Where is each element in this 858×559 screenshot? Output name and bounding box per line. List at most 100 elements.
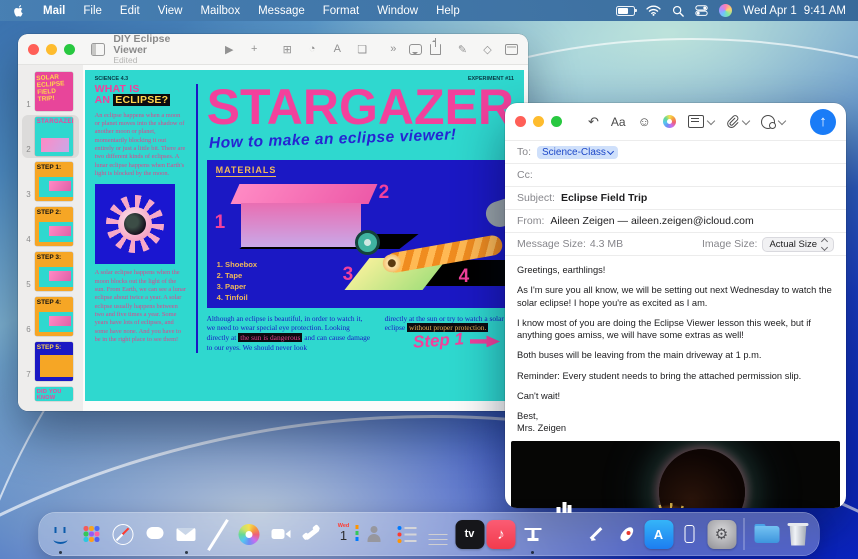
cc-field[interactable]: Cc: xyxy=(505,164,846,187)
control-center-icon[interactable] xyxy=(695,4,708,17)
slide-thumbnail-2[interactable]: 2 STARGAZER xyxy=(22,115,79,158)
menu-item-mail[interactable]: Mail xyxy=(34,5,74,17)
add-slide-button[interactable]: + xyxy=(247,43,262,55)
eclipse-sun-illustration xyxy=(95,184,175,264)
dock-reminders[interactable] xyxy=(392,520,421,549)
recipient-token[interactable]: Science-Class xyxy=(537,146,618,159)
apple-intelligence-icon[interactable] xyxy=(719,4,732,17)
shapes-icon[interactable]: ❏ xyxy=(355,43,370,56)
image-size-select[interactable]: Actual Size xyxy=(762,237,834,252)
menu-item-file[interactable]: File xyxy=(74,5,111,17)
dock-phone[interactable] xyxy=(298,520,327,549)
slide-paragraph-1: An eclipse happens when a moon or planet… xyxy=(95,112,187,179)
zoom-button[interactable] xyxy=(64,44,75,55)
menu-item-edit[interactable]: Edit xyxy=(111,5,149,17)
dock-trash[interactable] xyxy=(784,520,813,549)
dock-facetime[interactable] xyxy=(266,520,295,549)
minimize-button[interactable] xyxy=(533,116,544,127)
window-title: DIY Eclipse Viewer xyxy=(113,34,195,56)
message-meta-row: Message Size: 4.3 MB Image Size: Actual … xyxy=(505,233,846,256)
materials-box: MATERIALS 1 2 3 xyxy=(207,160,514,308)
photos-browser-icon[interactable] xyxy=(663,115,676,128)
menu-bar-date[interactable]: Wed Apr 1 xyxy=(743,5,797,17)
dock-messages[interactable] xyxy=(140,520,169,549)
dock-music[interactable]: ♪ xyxy=(487,520,516,549)
menu-item-help[interactable]: Help xyxy=(427,5,469,17)
zoom-button[interactable] xyxy=(551,116,562,127)
text-box-icon[interactable]: A xyxy=(330,43,345,55)
document-icon[interactable] xyxy=(505,44,518,55)
sidebar-toggle-icon[interactable] xyxy=(91,43,105,56)
menu-item-message[interactable]: Message xyxy=(249,5,314,17)
menu-item-view[interactable]: View xyxy=(149,5,192,17)
dock-tv[interactable]: tv xyxy=(455,520,484,549)
attach-file-icon[interactable] xyxy=(726,115,749,128)
share-icon[interactable] xyxy=(430,44,441,55)
animate-icon[interactable]: ◇ xyxy=(480,43,495,56)
undo-icon[interactable]: ↶ xyxy=(588,114,599,130)
send-button[interactable]: ↑ xyxy=(810,109,836,135)
slide-thumbnail-4[interactable]: 4 STEP 2: xyxy=(22,205,79,248)
close-button[interactable] xyxy=(515,116,526,127)
dock-mail[interactable] xyxy=(172,520,201,549)
wifi-icon[interactable] xyxy=(646,5,661,16)
dock-maps[interactable] xyxy=(203,520,232,549)
format-brush-icon[interactable]: ✎ xyxy=(455,43,470,56)
dock-calendar[interactable]: Wed1 xyxy=(329,520,358,549)
dock-safari[interactable] xyxy=(109,520,138,549)
slide-stargazer: SCIENCE 4.3 EXPERIMENT #11 WHAT IS AN EC… xyxy=(85,70,524,401)
dock: Wed1 tv ♪ A ⚙ xyxy=(39,512,820,556)
message-body[interactable]: Greetings, earthlings! As I'm sure you a… xyxy=(505,256,846,439)
apple-menu-icon[interactable] xyxy=(12,4,24,18)
table-icon[interactable]: ⊞ xyxy=(280,43,295,56)
dock-notes[interactable] xyxy=(424,520,453,549)
slide-thumbnail-3[interactable]: 3 STEP 1: xyxy=(22,160,79,203)
keynote-titlebar[interactable]: DIY Eclipse Viewer Edited ▶ + ⊞ ◔ A ❏ » … xyxy=(18,34,528,65)
dock-divider xyxy=(744,518,745,550)
slide-thumbnail-6[interactable]: 6 STEP 4: xyxy=(22,295,79,338)
play-button[interactable]: ▶ xyxy=(222,43,237,56)
dock-contacts[interactable] xyxy=(361,520,390,549)
emoji-picker-icon[interactable]: ☺ xyxy=(638,114,651,129)
materials-title: MATERIALS xyxy=(216,165,277,177)
slide-thumbnail-8[interactable]: DID YOU KNOW xyxy=(22,385,79,403)
dock-rocket[interactable] xyxy=(613,520,642,549)
dock-finder[interactable] xyxy=(46,520,75,549)
eclipse-moon xyxy=(659,449,745,508)
battery-icon[interactable] xyxy=(616,6,635,16)
dock-downloads-folder[interactable] xyxy=(752,520,781,549)
close-button[interactable] xyxy=(28,44,39,55)
slide-thumbnail-panel: 1 SOLAR ECLIPSE FIELD TRIP! 2 STARGAZER … xyxy=(18,65,83,411)
chart-icon[interactable]: ◔ xyxy=(305,43,320,55)
subject-field[interactable]: Subject: Eclipse Field Trip xyxy=(505,187,846,210)
menu-item-format[interactable]: Format xyxy=(314,5,368,17)
to-field[interactable]: To: Science-Class xyxy=(505,141,846,164)
dock-app-store[interactable]: A xyxy=(644,520,673,549)
slide-thumbnail-7[interactable]: 7 STEP 5: xyxy=(22,340,79,383)
menu-item-window[interactable]: Window xyxy=(368,5,427,17)
body-paragraph: Greetings, earthlings! xyxy=(517,264,834,276)
dock-system-settings[interactable]: ⚙ xyxy=(707,520,736,549)
more-toolbar-icon[interactable]: » xyxy=(386,43,401,55)
eclipse-photo-attachment[interactable] xyxy=(511,441,840,508)
markup-icon[interactable] xyxy=(761,115,785,129)
from-field[interactable]: From: Aileen Zeigen — aileen.zeigen@iclo… xyxy=(505,210,846,233)
dock-photos[interactable] xyxy=(235,520,264,549)
dock-iphone-mirroring[interactable] xyxy=(676,520,705,549)
body-paragraph: As I'm sure you all know, we will be set… xyxy=(517,284,834,309)
menu-item-mailbox[interactable]: Mailbox xyxy=(191,5,249,17)
mail-toolbar[interactable]: ↶ Aa ☺ ↑ xyxy=(505,103,846,141)
stationery-icon[interactable] xyxy=(688,115,714,128)
spotlight-search-icon[interactable] xyxy=(672,5,684,17)
dock-pages[interactable] xyxy=(581,520,610,549)
dock-apps[interactable] xyxy=(77,520,106,549)
slide-thumbnail-5[interactable]: 5 STEP 3: xyxy=(22,250,79,293)
menu-bar-time[interactable]: 9:41 AM xyxy=(804,5,846,17)
comment-icon[interactable] xyxy=(409,44,422,55)
minimize-button[interactable] xyxy=(46,44,57,55)
dock-numbers[interactable] xyxy=(550,520,579,549)
format-button[interactable]: Aa xyxy=(611,115,626,129)
dock-keynote[interactable] xyxy=(518,520,547,549)
slide-thumbnail-1[interactable]: 1 SOLAR ECLIPSE FIELD TRIP! xyxy=(22,70,79,113)
message-size-value: 4.3 MB xyxy=(590,238,623,250)
